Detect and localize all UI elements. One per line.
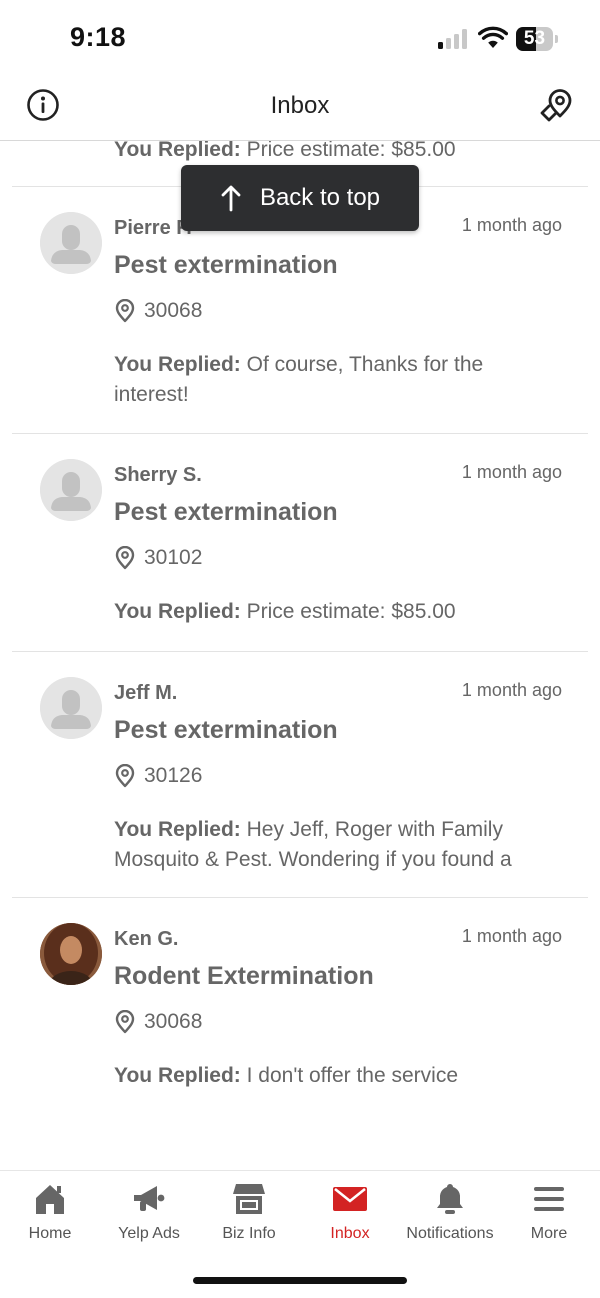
tab-label: Notifications: [406, 1225, 494, 1242]
back-to-top-label: Back to top: [259, 184, 381, 211]
reply-label: You Replied:: [114, 818, 241, 841]
inbox-screen: 9:18 53 Inbox You Replied: Price estimat…: [0, 0, 600, 1298]
tab-more[interactable]: More: [494, 1181, 600, 1251]
lead-name: Sherry S.: [114, 464, 202, 486]
storefront-icon: [233, 1184, 265, 1214]
location-pin-icon: [115, 1010, 135, 1034]
lead-item[interactable]: Sherry S. 1 month ago Pest extermination…: [0, 434, 600, 651]
lead-service: Pest extermination: [114, 498, 338, 526]
bell-icon: [437, 1184, 463, 1214]
home-icon: [36, 1185, 64, 1214]
battery-indicator: 53: [516, 27, 558, 51]
lead-reply-preview: You Replied: I don't offer the service: [114, 1061, 554, 1091]
tab-notifications[interactable]: Notifications: [395, 1181, 505, 1251]
reply-label: You Replied:: [114, 353, 241, 376]
reply-text: Price estimate: $85.00: [240, 600, 456, 623]
tab-label: Yelp Ads: [118, 1225, 180, 1242]
tab-label: Inbox: [330, 1225, 370, 1242]
lead-reply-preview: You Replied: Price estimate: $85.00: [114, 597, 554, 627]
lead-zip: 30068: [144, 299, 203, 322]
page-title: Inbox: [270, 92, 330, 119]
location-pin-icon: [115, 546, 135, 570]
tab-label: Biz Info: [222, 1225, 276, 1242]
avatar: [40, 677, 102, 739]
tab-label: Home: [28, 1225, 72, 1242]
lead-zip: 30068: [144, 1010, 203, 1033]
lead-time: 1 month ago: [461, 926, 562, 946]
location-pin-icon: [115, 299, 135, 323]
lead-name: Ken G.: [114, 928, 179, 950]
user-placeholder-icon: [40, 677, 102, 739]
reply-text: I don't offer the service: [240, 1064, 459, 1087]
cellular-signal-icon: [438, 29, 470, 49]
lead-location: 30068: [114, 297, 202, 325]
megaphone-icon: [134, 1186, 165, 1211]
lead-reply-preview: You Replied: Price estimate: $85.00: [114, 141, 456, 162]
lead-service: Pest extermination: [114, 251, 338, 279]
profile-photo: [40, 923, 102, 985]
nav-header: Inbox: [0, 80, 600, 141]
menu-icon: [534, 1187, 564, 1211]
lead-item[interactable]: Jeff M. 1 month ago Pest extermination 3…: [0, 652, 600, 898]
reply-label: You Replied:: [114, 600, 241, 623]
lead-name: Jeff M.: [114, 682, 178, 704]
reply-text: Price estimate: $85.00: [240, 141, 456, 161]
status-time: 9:18: [70, 22, 127, 52]
map-pin-icon[interactable]: [538, 86, 576, 124]
lead-reply-preview: You Replied: Of course, Thanks for the i…: [114, 350, 554, 410]
lead-zip: 30126: [144, 764, 203, 787]
reply-label: You Replied:: [114, 1064, 241, 1087]
lead-time: 1 month ago: [461, 680, 562, 700]
lead-time: 1 month ago: [461, 215, 562, 235]
lead-time: 1 month ago: [461, 462, 562, 482]
avatar: [40, 212, 102, 274]
status-bar: 9:18 53: [0, 0, 600, 80]
mail-icon: [333, 1187, 367, 1211]
wifi-icon: [478, 26, 508, 48]
reply-label: You Replied:: [114, 141, 241, 161]
lead-location: 30126: [114, 762, 202, 790]
lead-service: Pest extermination: [114, 716, 338, 744]
tab-biz-info[interactable]: Biz Info: [194, 1181, 304, 1251]
back-to-top-button[interactable]: Back to top: [181, 165, 419, 231]
home-indicator[interactable]: [193, 1277, 407, 1284]
avatar: [40, 459, 102, 521]
tab-label: More: [530, 1225, 568, 1242]
tab-yelp-ads[interactable]: Yelp Ads: [94, 1181, 204, 1251]
lead-location: 30102: [114, 544, 202, 572]
user-placeholder-icon: [40, 212, 102, 274]
lead-zip: 30102: [144, 546, 203, 569]
user-placeholder-icon: [40, 459, 102, 521]
tab-home[interactable]: Home: [0, 1181, 105, 1251]
avatar: [40, 923, 102, 985]
arrow-up-icon: [221, 185, 241, 212]
tab-inbox[interactable]: Inbox: [295, 1181, 405, 1251]
battery-level-text: 53: [523, 28, 546, 49]
inbox-feed[interactable]: You Replied: Price estimate: $85.00 Pier…: [0, 141, 600, 1170]
location-pin-icon: [115, 764, 135, 788]
lead-reply-preview: You Replied: Hey Jeff, Roger with Family…: [114, 815, 554, 875]
lead-item[interactable]: Ken G. 1 month ago Rodent Extermination …: [0, 898, 600, 1118]
lead-service: Rodent Extermination: [114, 962, 374, 990]
lead-location: 30068: [114, 1008, 202, 1036]
